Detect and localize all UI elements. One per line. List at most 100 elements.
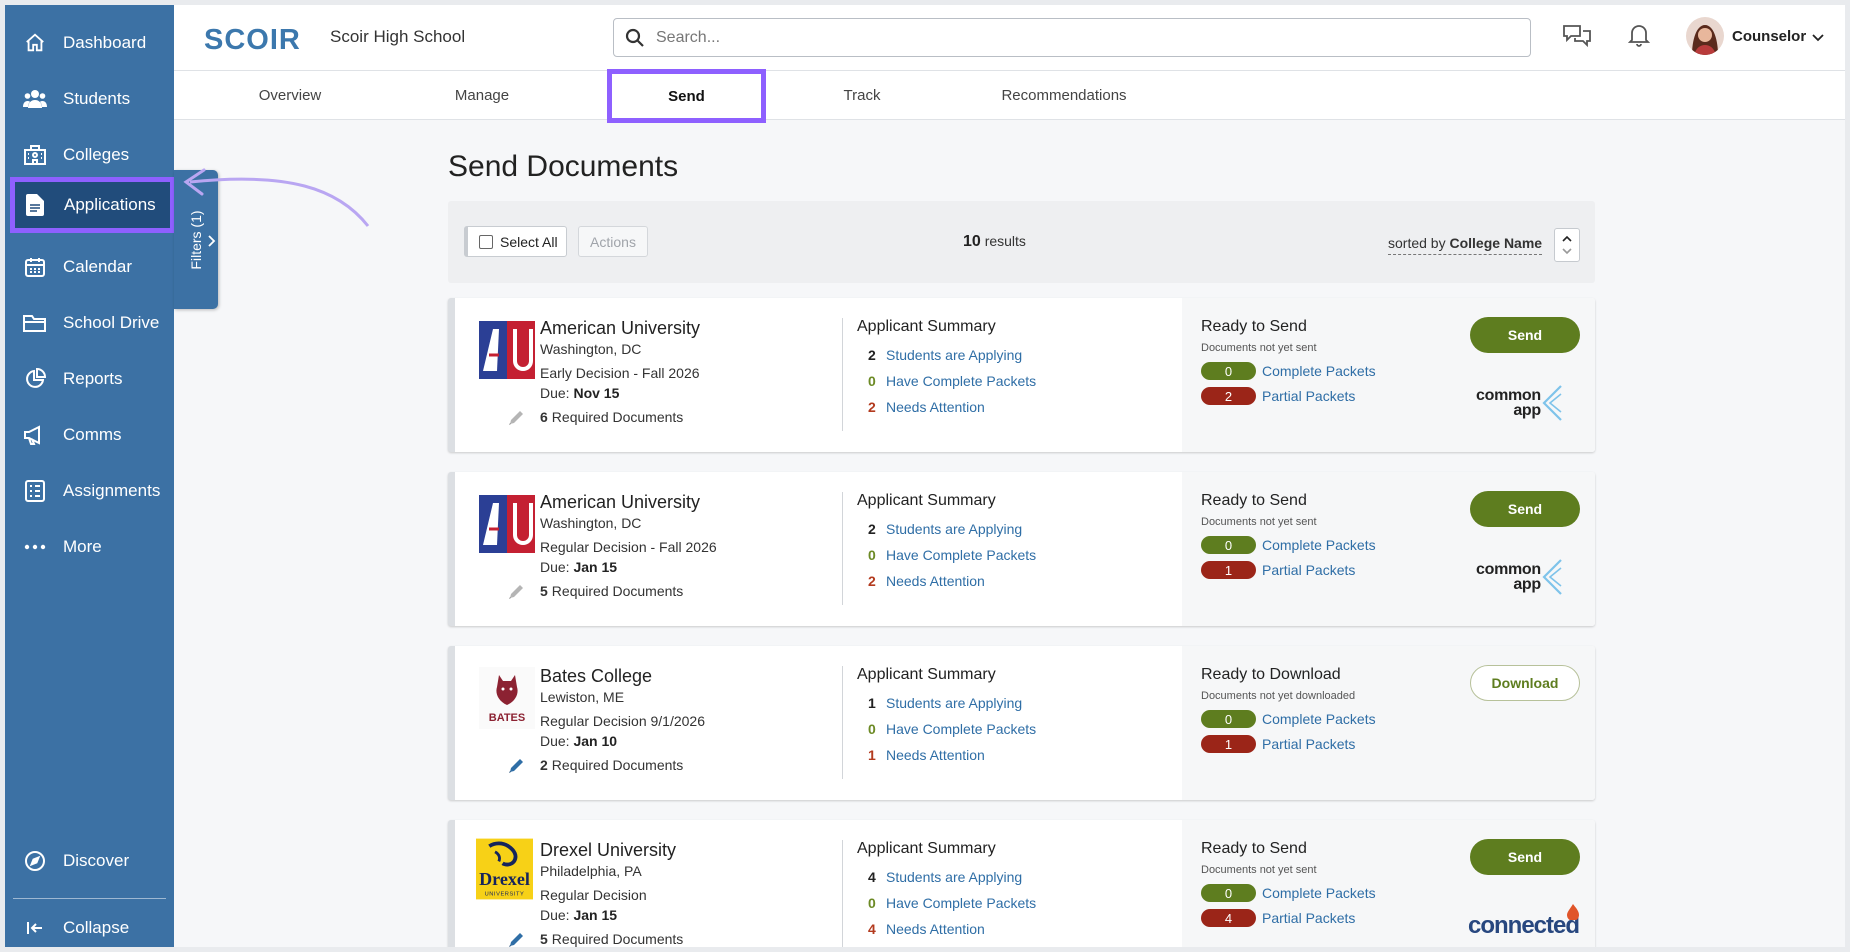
send-button[interactable]: Send: [1470, 839, 1580, 875]
sidebar-item-discover[interactable]: Discover: [5, 833, 174, 889]
complete-packets[interactable]: 0 Complete Packets: [1201, 710, 1376, 728]
sidebar-item-label: Comms: [63, 425, 122, 444]
due-date: Due: Nov 15: [540, 385, 619, 401]
pencil-icon[interactable]: [507, 407, 527, 430]
college-logo: Drexel UNIVERSITY: [476, 838, 533, 899]
link[interactable]: Partial Packets: [1262, 736, 1355, 752]
partial-packets[interactable]: 1 Partial Packets: [1201, 561, 1355, 579]
link[interactable]: Students are Applying: [886, 347, 1022, 363]
link[interactable]: Have Complete Packets: [886, 547, 1036, 563]
pencil-icon[interactable]: [507, 929, 527, 947]
complete-packets[interactable]: 0 Complete Packets: [1201, 362, 1376, 380]
sidebar-item-assignments[interactable]: Assignments: [5, 463, 174, 519]
partial-packets[interactable]: 4 Partial Packets: [1201, 909, 1355, 927]
link[interactable]: Students are Applying: [886, 695, 1022, 711]
avatar[interactable]: [1686, 17, 1724, 55]
students-applying[interactable]: 1 Students are Applying: [868, 695, 1022, 711]
partial-pill: 4: [1201, 909, 1256, 927]
more-icon: [22, 534, 48, 560]
link[interactable]: Have Complete Packets: [886, 373, 1036, 389]
common-app-logo: common app: [1476, 558, 1563, 596]
sidebar-item-students[interactable]: Students: [5, 71, 174, 127]
pencil-icon[interactable]: [507, 755, 527, 778]
link[interactable]: Needs Attention: [886, 399, 985, 415]
complete-packets-summary[interactable]: 0 Have Complete Packets: [868, 373, 1036, 389]
tab-recommendations[interactable]: Recommendations: [958, 71, 1170, 120]
ready-panel: Ready to Download Documents not yet down…: [1182, 646, 1595, 800]
bell-icon[interactable]: [1627, 23, 1651, 52]
send-button[interactable]: Send: [1470, 491, 1580, 527]
sort-direction-button[interactable]: [1554, 228, 1580, 262]
actions-button[interactable]: Actions: [578, 226, 648, 257]
link[interactable]: Have Complete Packets: [886, 895, 1036, 911]
link[interactable]: Students are Applying: [886, 869, 1022, 885]
college-name[interactable]: American University: [540, 492, 700, 513]
students-applying[interactable]: 4 Students are Applying: [868, 869, 1022, 885]
link[interactable]: Complete Packets: [1262, 885, 1376, 901]
link[interactable]: Partial Packets: [1262, 562, 1355, 578]
required-documents[interactable]: 5 Required Documents: [509, 931, 683, 947]
link[interactable]: Needs Attention: [886, 921, 985, 937]
link[interactable]: Have Complete Packets: [886, 721, 1036, 737]
sidebar-item-more[interactable]: More: [5, 519, 174, 575]
students-applying[interactable]: 2 Students are Applying: [868, 347, 1022, 363]
tab-overview[interactable]: Overview: [214, 71, 366, 120]
sidebar-item-calendar[interactable]: Calendar: [5, 239, 174, 295]
link[interactable]: Complete Packets: [1262, 711, 1376, 727]
sidebar-item-comms[interactable]: Comms: [5, 407, 174, 463]
needs-attention[interactable]: 2 Needs Attention: [868, 399, 985, 415]
sidebar-item-school-drive[interactable]: School Drive: [5, 295, 174, 351]
complete-packets-summary[interactable]: 0 Have Complete Packets: [868, 895, 1036, 911]
user-name[interactable]: Counselor: [1732, 28, 1806, 45]
college-name[interactable]: Bates College: [540, 666, 652, 687]
link[interactable]: Needs Attention: [886, 573, 985, 589]
partial-packets[interactable]: 1 Partial Packets: [1201, 735, 1355, 753]
chat-icon[interactable]: [1562, 23, 1592, 54]
link[interactable]: Complete Packets: [1262, 363, 1376, 379]
college-name[interactable]: Drexel University: [540, 840, 676, 861]
tab-send[interactable]: Send: [607, 69, 766, 123]
sidebar-item-applications[interactable]: Applications: [10, 177, 175, 233]
complete-pill: 0: [1201, 710, 1256, 728]
select-all-button[interactable]: Select All: [464, 226, 567, 257]
link[interactable]: Complete Packets: [1262, 537, 1376, 553]
required-documents[interactable]: 2 Required Documents: [509, 757, 683, 773]
needs-attention[interactable]: 2 Needs Attention: [868, 573, 985, 589]
search-box[interactable]: [613, 18, 1531, 57]
sidebar-item-reports[interactable]: Reports: [5, 351, 174, 407]
required-documents[interactable]: 5 Required Documents: [509, 583, 683, 599]
tab-track[interactable]: Track: [786, 71, 938, 120]
link[interactable]: Partial Packets: [1262, 910, 1355, 926]
link[interactable]: Students are Applying: [886, 521, 1022, 537]
search-input[interactable]: [656, 19, 1516, 56]
svg-text:SCOIR: SCOIR: [204, 24, 301, 53]
college-name[interactable]: American University: [540, 318, 700, 339]
checklist-icon: [22, 478, 48, 504]
sidebar-item-label: Calendar: [63, 257, 132, 276]
sidebar-collapse-button[interactable]: Collapse: [5, 908, 174, 948]
complete-packets-summary[interactable]: 0 Have Complete Packets: [868, 721, 1036, 737]
download-button[interactable]: Download: [1470, 665, 1580, 701]
sidebar-item-colleges[interactable]: Colleges: [5, 127, 174, 183]
complete-packets[interactable]: 0 Complete Packets: [1201, 536, 1376, 554]
students-applying[interactable]: 2 Students are Applying: [868, 521, 1022, 537]
chevron-down-icon[interactable]: [1812, 29, 1824, 47]
needs-attention[interactable]: 1 Needs Attention: [868, 747, 985, 763]
link[interactable]: Partial Packets: [1262, 388, 1355, 404]
link[interactable]: Needs Attention: [886, 747, 985, 763]
required-documents[interactable]: 6 Required Documents: [509, 409, 683, 425]
sidebar-item-dashboard[interactable]: Dashboard: [5, 15, 174, 71]
tab-manage[interactable]: Manage: [406, 71, 558, 120]
complete-packets-summary[interactable]: 0 Have Complete Packets: [868, 547, 1036, 563]
scoir-logo[interactable]: SCOIR: [204, 23, 310, 58]
sort-by-label[interactable]: sorted by College Name: [1388, 235, 1543, 255]
pencil-icon[interactable]: [507, 581, 527, 604]
select-all-checkbox[interactable]: [479, 234, 493, 249]
platform-line2: app: [1513, 402, 1541, 419]
partial-packets[interactable]: 2 Partial Packets: [1201, 387, 1355, 405]
send-button[interactable]: Send: [1470, 317, 1580, 353]
required-count: 6: [540, 409, 548, 425]
complete-packets[interactable]: 0 Complete Packets: [1201, 884, 1376, 902]
common-app-logo: common app: [1476, 384, 1563, 422]
needs-attention[interactable]: 4 Needs Attention: [868, 921, 985, 937]
